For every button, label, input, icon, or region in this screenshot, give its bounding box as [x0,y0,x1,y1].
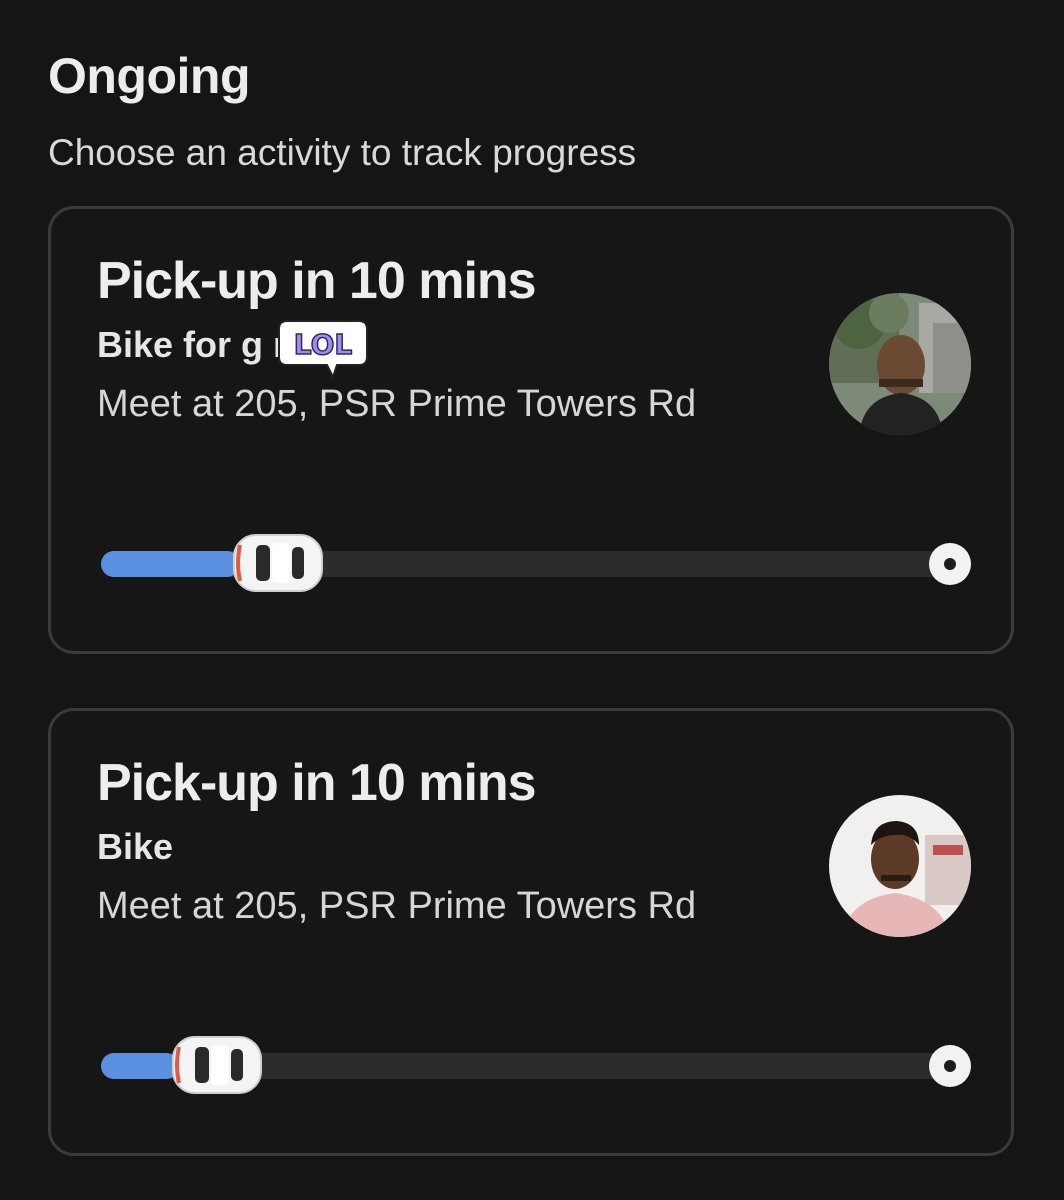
trip-progress-bar [101,1036,971,1094]
meeting-point: Meet at 205, PSR Prime Towers Rd [97,383,697,425]
meeting-point: Meet at 205, PSR Prime Towers Rd [97,885,697,927]
driver-avatar[interactable] [829,293,971,435]
car-icon [230,531,326,595]
trip-progress-fill [101,1053,179,1079]
pickup-eta: Pick-up in 10 mins [97,252,537,310]
destination-marker-icon [929,543,971,585]
driver-avatar[interactable] [829,795,971,937]
activity-card[interactable]: Pick-up in 10 mins Bike for g nc Meet at… [48,206,1014,654]
page-subtitle: Choose an activity to track progress [48,132,637,173]
car-icon [169,1033,265,1097]
sticker-text: LOL [294,328,353,361]
lol-sticker: LOL [277,317,369,380]
trip-progress-fill [101,551,240,577]
destination-marker-icon [929,1045,971,1087]
pickup-eta: Pick-up in 10 mins [97,754,537,812]
trip-progress-bar [101,534,971,592]
page-title: Ongoing [48,48,251,104]
vehicle-type: Bike [97,826,174,867]
activity-card[interactable]: Pick-up in 10 mins Bike Meet at 205, PSR… [48,708,1014,1156]
